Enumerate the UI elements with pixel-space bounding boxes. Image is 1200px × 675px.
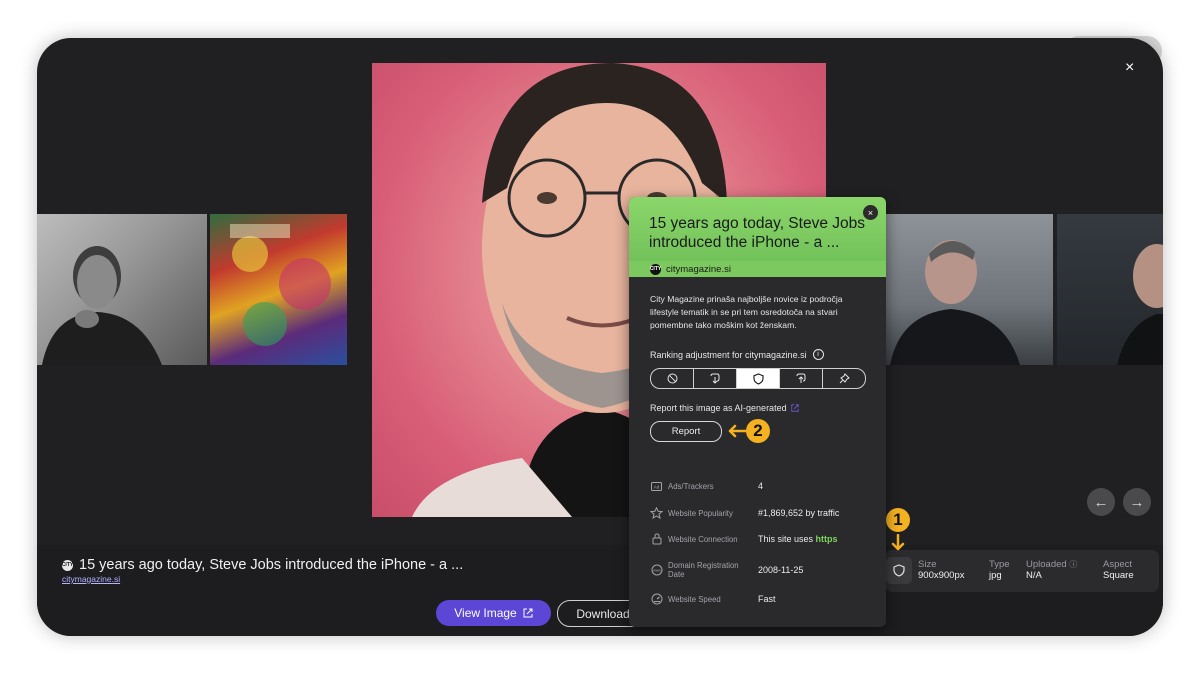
stat-row-domain-registration: www Domain Registration Date 2008-11-25 bbox=[650, 558, 870, 582]
close-viewer-button[interactable]: × bbox=[1125, 59, 1134, 77]
popup-close-button[interactable]: × bbox=[863, 205, 878, 220]
stat-value: #1,869,652 by traffic bbox=[758, 508, 840, 518]
stat-row-website-speed: Website Speed Fast bbox=[650, 589, 870, 609]
thumbnail-steve-jobs-bw[interactable] bbox=[37, 214, 207, 365]
annotation-badge-2: 2 bbox=[746, 419, 770, 443]
stat-label: Website Connection bbox=[668, 534, 738, 544]
aspect-label: Aspect bbox=[1103, 559, 1133, 570]
globe-www-icon: www bbox=[650, 564, 663, 576]
caption-source-link[interactable]: citymagazine.si bbox=[62, 574, 120, 584]
source-info-popup: 15 years ago today, Steve Jobs introduce… bbox=[629, 197, 886, 627]
size-value: 900x900px bbox=[918, 570, 965, 581]
arrow-left-icon: ← bbox=[1093, 493, 1109, 511]
shield-icon bbox=[893, 564, 905, 577]
aspect-value: Square bbox=[1103, 570, 1134, 581]
aspect-info: Aspect Square bbox=[1103, 559, 1134, 581]
source-favicon-icon: CITY bbox=[62, 559, 73, 571]
image-viewer-window: × ← → CITY 15 years ago today, Steve Job… bbox=[37, 38, 1163, 636]
annotation-arrow-down-icon bbox=[891, 534, 905, 551]
type-info: Type jpg bbox=[989, 559, 1010, 581]
rank-block-option[interactable] bbox=[651, 369, 694, 388]
lock-icon bbox=[650, 533, 663, 545]
type-value: jpg bbox=[989, 570, 1002, 581]
svg-text:www: www bbox=[653, 569, 661, 573]
rank-pin-option[interactable] bbox=[823, 369, 865, 388]
info-icon: ⓘ bbox=[1069, 560, 1078, 569]
view-image-button[interactable]: View Image bbox=[436, 600, 551, 626]
stat-label: Ads/Trackers bbox=[668, 481, 714, 491]
popup-description: City Magazine prinaša najboljše novice i… bbox=[650, 294, 843, 330]
next-image-button[interactable]: → bbox=[1123, 488, 1151, 516]
report-button[interactable]: Report bbox=[650, 421, 722, 442]
annotation-badge-1: 1 bbox=[886, 508, 910, 532]
ads-icon: Ad bbox=[650, 481, 663, 491]
stat-row-website-popularity: Website Popularity #1,869,652 by traffic bbox=[650, 503, 870, 523]
report-ai-text: Report this image as AI-generated bbox=[650, 403, 787, 413]
caption-title: CITY 15 years ago today, Steve Jobs intr… bbox=[62, 557, 463, 573]
info-icon[interactable]: i bbox=[812, 349, 824, 360]
report-ai-label: Report this image as AI-generated bbox=[650, 403, 799, 413]
popup-source: CITY citymagazine.si bbox=[629, 261, 886, 277]
ranking-label-text: Ranking adjustment for citymagazine.si bbox=[650, 349, 807, 360]
thumbnail-steve-jobs-partial[interactable] bbox=[1057, 214, 1163, 365]
uploaded-value: N/A bbox=[1026, 570, 1042, 581]
stat-row-ads-trackers: Ad Ads/Trackers 4 bbox=[650, 476, 870, 496]
caption-title-text: 15 years ago today, Steve Jobs introduce… bbox=[79, 557, 464, 573]
stat-row-website-connection: Website Connection This site uses https bbox=[650, 529, 870, 549]
star-icon bbox=[650, 507, 663, 519]
svg-text:Ad: Ad bbox=[654, 484, 660, 489]
lower-icon bbox=[710, 373, 720, 384]
block-icon bbox=[667, 373, 677, 384]
size-info: Size 900x900px bbox=[918, 559, 964, 581]
ranking-shield-button[interactable] bbox=[886, 557, 912, 584]
pin-icon bbox=[839, 373, 850, 384]
popup-title: 15 years ago today, Steve Jobs introduce… bbox=[649, 215, 865, 251]
annotation-arrow-left-icon bbox=[728, 424, 747, 438]
external-link-icon bbox=[523, 608, 533, 618]
type-label: Type bbox=[989, 559, 1010, 570]
rank-lower-option[interactable] bbox=[694, 369, 737, 388]
ranking-adjustment-label: Ranking adjustment for citymagazine.si i bbox=[650, 349, 824, 360]
source-favicon-icon: CITY bbox=[650, 263, 661, 275]
stat-value: This site uses https bbox=[758, 534, 838, 544]
rank-default-option[interactable] bbox=[737, 369, 780, 388]
thumbnail-colorful-art[interactable] bbox=[210, 214, 347, 365]
shield-icon bbox=[752, 372, 764, 385]
uploaded-label: Uploaded bbox=[1026, 559, 1067, 570]
raise-icon bbox=[796, 373, 806, 383]
rank-raise-option[interactable] bbox=[780, 369, 823, 388]
stat-label: Domain Registration Date bbox=[668, 561, 739, 579]
stat-value: 4 bbox=[758, 481, 764, 491]
popup-source-name: citymagazine.si bbox=[666, 263, 731, 275]
view-image-label: View Image bbox=[454, 606, 517, 620]
size-label: Size bbox=[918, 559, 937, 570]
external-link-icon[interactable] bbox=[790, 404, 799, 412]
stat-value: 2008-11-25 bbox=[758, 565, 804, 575]
ranking-segmented-control bbox=[650, 368, 866, 389]
connection-text: This site uses bbox=[758, 534, 816, 544]
stat-value: Fast bbox=[758, 594, 776, 604]
stat-label: Website Popularity bbox=[668, 508, 733, 518]
uploaded-info: Uploaded ⓘ N/A bbox=[1026, 559, 1077, 581]
https-text: https bbox=[815, 534, 838, 544]
previous-image-button[interactable]: ← bbox=[1087, 488, 1115, 516]
thumbnail-steve-jobs-smiling[interactable] bbox=[885, 214, 1053, 365]
arrow-right-icon: → bbox=[1129, 493, 1145, 511]
speed-icon bbox=[650, 593, 663, 605]
stat-label: Website Speed bbox=[668, 594, 721, 604]
